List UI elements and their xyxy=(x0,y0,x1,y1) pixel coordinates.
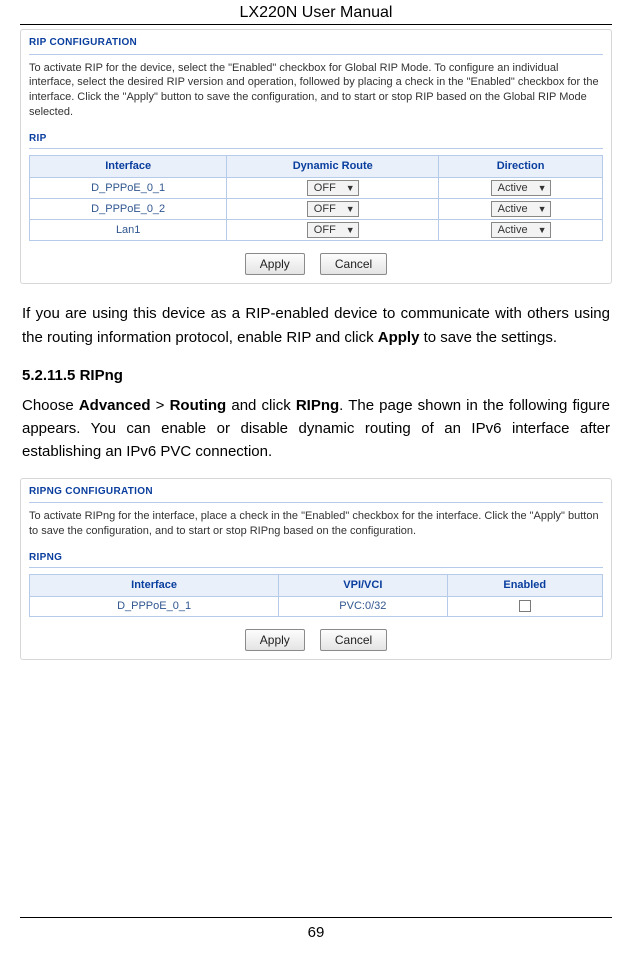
cell-direction: Active ▼ xyxy=(439,178,603,199)
select-value: Active xyxy=(498,181,528,196)
select-value: Active xyxy=(498,202,528,217)
section-heading: 5.2.11.5 RIPng xyxy=(22,367,610,384)
route-select[interactable]: OFF ▼ xyxy=(307,180,359,196)
col-direction: Direction xyxy=(439,156,603,178)
table-row: Lan1 OFF ▼ Active ▼ xyxy=(30,220,603,241)
chevron-down-icon: ▼ xyxy=(346,184,355,193)
direction-select[interactable]: Active ▼ xyxy=(491,201,551,217)
col-interface: Interface xyxy=(30,156,227,178)
chevron-down-icon: ▼ xyxy=(538,184,547,193)
ripng-config-intro: To activate RIPng for the interface, pla… xyxy=(29,509,603,539)
table-row: D_PPPoE_0_1 PVC:0/32 xyxy=(30,597,603,617)
select-value: Active xyxy=(498,223,528,238)
cell-direction: Active ▼ xyxy=(439,220,603,241)
col-interface: Interface xyxy=(30,575,279,597)
routing-bold: Routing xyxy=(170,397,227,414)
select-value: OFF xyxy=(314,223,336,238)
page-number: 69 xyxy=(308,924,325,941)
ripng-bold: RIPng xyxy=(296,397,339,414)
route-select[interactable]: OFF ▼ xyxy=(307,222,359,238)
cell-interface: Lan1 xyxy=(30,220,227,241)
table-row: D_PPPoE_0_2 OFF ▼ Active ▼ xyxy=(30,199,603,220)
divider xyxy=(29,502,603,503)
direction-select[interactable]: Active ▼ xyxy=(491,222,551,238)
select-value: OFF xyxy=(314,202,336,217)
rip-table: Interface Dynamic Route Direction D_PPPo… xyxy=(29,155,603,241)
route-select[interactable]: OFF ▼ xyxy=(307,201,359,217)
text: to save the settings. xyxy=(419,329,557,346)
cell-interface: D_PPPoE_0_1 xyxy=(30,178,227,199)
chevron-down-icon: ▼ xyxy=(538,205,547,214)
advanced-bold: Advanced xyxy=(79,397,151,414)
cancel-button[interactable]: Cancel xyxy=(320,253,387,275)
apply-button[interactable]: Apply xyxy=(245,629,305,651)
cancel-button[interactable]: Cancel xyxy=(320,629,387,651)
ripng-table: Interface VPI/VCI Enabled D_PPPoE_0_1 PV… xyxy=(29,574,603,617)
body-paragraph: If you are using this device as a RIP-en… xyxy=(22,302,610,349)
heading-text: RIPng xyxy=(80,367,123,384)
ripng-config-title: RIPNG CONFIGURATION xyxy=(29,485,603,499)
cell-interface: D_PPPoE_0_2 xyxy=(30,199,227,220)
col-enabled: Enabled xyxy=(447,575,602,597)
button-row: Apply Cancel xyxy=(29,629,603,651)
text: > xyxy=(151,397,170,414)
col-vpivci: VPI/VCI xyxy=(279,575,447,597)
heading-number: 5.2.11.5 xyxy=(22,367,75,384)
rip-config-title: RIP CONFIGURATION xyxy=(29,36,603,50)
chevron-down-icon: ▼ xyxy=(346,205,355,214)
rip-config-panel: RIP CONFIGURATION To activate RIP for th… xyxy=(20,29,612,284)
cell-vpivci: PVC:0/32 xyxy=(279,597,447,617)
chevron-down-icon: ▼ xyxy=(538,226,547,235)
cell-enabled xyxy=(447,597,602,617)
apply-button[interactable]: Apply xyxy=(245,253,305,275)
page-title: LX220N User Manual xyxy=(240,4,393,21)
rip-subtitle: RIP xyxy=(29,132,603,146)
cell-route: OFF ▼ xyxy=(227,199,439,220)
select-value: OFF xyxy=(314,181,336,196)
page-header: LX220N User Manual xyxy=(20,0,612,25)
ripng-subtitle: RIPNG xyxy=(29,551,603,565)
chevron-down-icon: ▼ xyxy=(346,226,355,235)
divider xyxy=(29,148,603,149)
divider xyxy=(29,567,603,568)
table-row: D_PPPoE_0_1 OFF ▼ Active ▼ xyxy=(30,178,603,199)
button-row: Apply Cancel xyxy=(29,253,603,275)
divider xyxy=(29,54,603,55)
cell-direction: Active ▼ xyxy=(439,199,603,220)
col-dynamic-route: Dynamic Route xyxy=(227,156,439,178)
direction-select[interactable]: Active ▼ xyxy=(491,180,551,196)
text: Choose xyxy=(22,397,79,414)
ripng-config-panel: RIPNG CONFIGURATION To activate RIPng fo… xyxy=(20,478,612,661)
text: and click xyxy=(226,397,296,414)
rip-config-intro: To activate RIP for the device, select t… xyxy=(29,61,603,120)
body-paragraph: Choose Advanced > Routing and click RIPn… xyxy=(22,394,610,464)
cell-route: OFF ▼ xyxy=(227,178,439,199)
apply-bold: Apply xyxy=(378,329,420,346)
cell-interface: D_PPPoE_0_1 xyxy=(30,597,279,617)
enabled-checkbox[interactable] xyxy=(519,600,531,612)
page-footer: 69 xyxy=(0,917,632,941)
cell-route: OFF ▼ xyxy=(227,220,439,241)
